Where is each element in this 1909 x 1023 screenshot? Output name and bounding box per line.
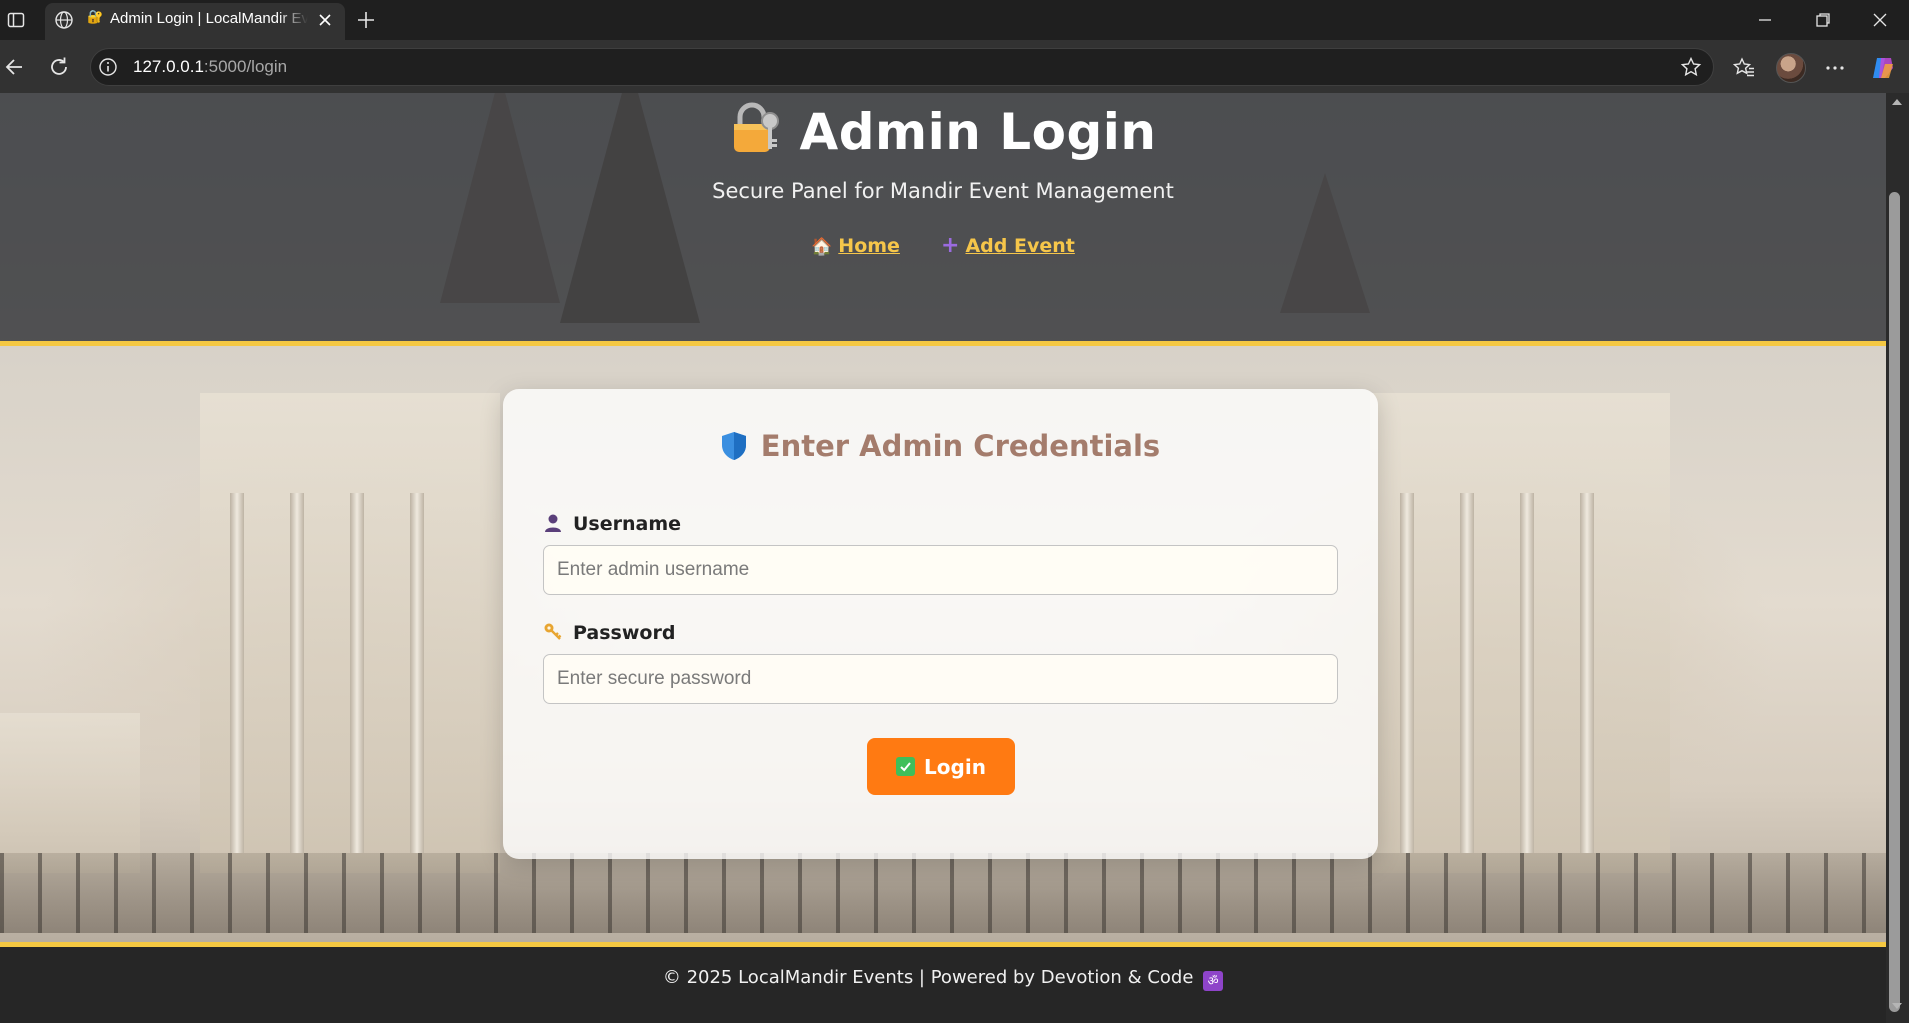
page-title-text: Admin Login (799, 103, 1157, 161)
tab-title: Admin Login | LocalMandir Events (110, 10, 308, 27)
scrollbar-thumb[interactable] (1889, 192, 1900, 1012)
page-subtitle: Secure Panel for Mandir Event Management (712, 179, 1174, 203)
password-input[interactable] (543, 654, 1338, 704)
login-button-label: Login (924, 754, 986, 779)
globe-icon (55, 11, 73, 29)
username-input[interactable] (543, 545, 1338, 595)
copilot-icon[interactable] (1869, 54, 1897, 82)
close-tab-icon[interactable] (316, 11, 334, 29)
footer-copyright: © 2025 LocalMandir Events | Powered by D… (662, 967, 1194, 988)
browser-tab-bar: 🔐 Admin Login | LocalMandir Events (0, 0, 1909, 40)
favorites-icon[interactable] (1732, 56, 1756, 80)
login-card: Enter Admin Credentials Username Passwor… (503, 389, 1378, 859)
page-header: Admin Login Secure Panel for Mandir Even… (0, 93, 1886, 346)
more-options-icon[interactable] (1823, 56, 1847, 80)
site-info-icon[interactable] (98, 57, 118, 77)
new-tab-icon[interactable] (354, 8, 378, 32)
nav-add-event-label: Add Event (965, 235, 1075, 257)
user-icon (545, 514, 561, 532)
sidebar-toggle-icon[interactable] (4, 8, 28, 32)
login-button[interactable]: Login (867, 738, 1015, 795)
login-heading-text: Enter Admin Credentials (760, 429, 1161, 463)
nav-link-home[interactable]: 🏠 Home (811, 235, 900, 257)
key-icon (544, 623, 562, 640)
url-host: 127.0.0.1 (133, 57, 204, 76)
url-text: 127.0.0.1:5000/login (133, 57, 287, 77)
shield-icon (721, 432, 746, 460)
username-label: Username (543, 513, 681, 535)
house-icon: 🏠 (811, 237, 833, 257)
page-title: Admin Login (0, 101, 1886, 161)
nav-home-label: Home (838, 235, 900, 257)
check-icon (896, 757, 916, 776)
address-bar[interactable] (90, 48, 1714, 86)
back-arrow-icon[interactable] (2, 54, 28, 80)
footer-text: © 2025 LocalMandir Events | Powered by D… (0, 967, 1886, 991)
lock-favicon-icon: 🔐 (87, 10, 104, 25)
scroll-up-arrow-icon[interactable] (1890, 96, 1904, 108)
password-label: Password (543, 622, 675, 644)
username-label-text: Username (573, 513, 682, 535)
page-viewport: Admin Login Secure Panel for Mandir Even… (0, 93, 1886, 1023)
login-heading: Enter Admin Credentials (503, 429, 1378, 463)
header-nav: 🏠 Home + Add Event (0, 233, 1886, 258)
page-footer: © 2025 LocalMandir Events | Powered by D… (0, 942, 1886, 1023)
url-path: :5000/login (203, 57, 288, 76)
scroll-down-arrow-icon[interactable] (1890, 1000, 1904, 1012)
restore-icon[interactable] (1811, 8, 1835, 32)
favorite-star-icon[interactable] (1680, 56, 1702, 78)
password-label-text: Password (573, 622, 676, 644)
lock-key-icon (733, 102, 779, 152)
minimize-icon[interactable] (1753, 8, 1777, 32)
close-window-icon[interactable] (1868, 8, 1892, 32)
profile-avatar[interactable] (1776, 53, 1806, 83)
refresh-icon[interactable] (46, 54, 72, 80)
nav-link-add-event[interactable]: + Add Event (941, 233, 1075, 258)
om-icon: ॐ (1203, 971, 1224, 991)
plus-icon: + (941, 233, 960, 258)
